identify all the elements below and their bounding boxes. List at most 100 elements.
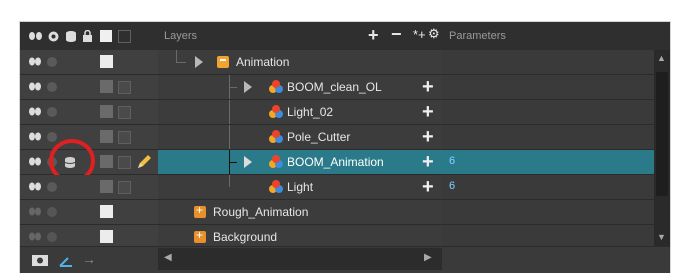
- add-keyframe-icon[interactable]: +: [422, 77, 438, 97]
- expand-triangle-icon[interactable]: [244, 81, 252, 93]
- dot-icon[interactable]: [47, 182, 57, 192]
- layer-cell[interactable]: BOOM_clean_OL +: [158, 75, 443, 99]
- layer-row[interactable]: Rough_Animation: [20, 200, 670, 225]
- peg-node-icon: [269, 105, 283, 118]
- dot-icon[interactable]: [47, 82, 57, 92]
- expand-triangle-icon[interactable]: [244, 156, 252, 168]
- dot-icon[interactable]: [48, 31, 59, 42]
- parameters-label: Parameters: [449, 30, 506, 42]
- peg-node-icon: [269, 155, 283, 168]
- layer-controls: [20, 75, 159, 99]
- eye-icon[interactable]: [28, 57, 42, 66]
- expand-triangle-icon[interactable]: [195, 56, 203, 68]
- scroll-up-icon[interactable]: ▲: [657, 53, 666, 63]
- parameter-cell: [442, 200, 654, 224]
- layer-name: Pole_Cutter: [287, 130, 351, 144]
- add-keyframe-icon[interactable]: +: [422, 177, 438, 197]
- vertical-scrollbar[interactable]: ▲ ▼: [654, 50, 670, 246]
- eye-icon[interactable]: [28, 31, 44, 41]
- layer-row[interactable]: Light_02 +: [20, 100, 670, 125]
- horizontal-scrollbar[interactable]: ◀ ▶: [158, 248, 442, 270]
- peg-node-icon: [269, 180, 283, 193]
- layer-row[interactable]: BOOM_clean_OL +: [20, 75, 670, 100]
- layer-cell[interactable]: Light_02 +: [158, 100, 443, 124]
- color-swatch-icon[interactable]: [100, 105, 113, 118]
- layer-name: BOOM_clean_OL: [287, 80, 382, 94]
- layers-header: Layers + − *+ ⚙: [158, 22, 442, 50]
- color-swatch-icon[interactable]: [100, 180, 113, 193]
- thumbnail-icon[interactable]: [118, 181, 131, 194]
- color-swatch-icon[interactable]: [100, 130, 113, 143]
- thumbnail-icon[interactable]: [118, 131, 131, 144]
- dot-icon[interactable]: [47, 57, 57, 67]
- color-swatch-icon[interactable]: [100, 230, 113, 243]
- layers-label: Layers: [164, 30, 198, 42]
- layer-controls: [20, 200, 159, 224]
- color-swatch-icon[interactable]: [100, 80, 113, 93]
- thumbnail-icon[interactable]: [118, 30, 131, 43]
- layer-name: Background: [213, 230, 278, 244]
- add-peg-icon[interactable]: *+: [413, 27, 426, 42]
- color-swatch-icon[interactable]: [100, 205, 113, 218]
- color-swatch-icon[interactable]: [100, 155, 113, 168]
- parameter-cell: 6: [442, 150, 654, 174]
- layer-controls: [20, 100, 159, 124]
- eye-icon[interactable]: [28, 157, 42, 166]
- layer-controls: [20, 175, 159, 199]
- layer-name: Animation: [236, 55, 290, 69]
- timeline-panel: Layers + − *+ ⚙ Parameters Animation BOO…: [19, 21, 671, 273]
- thumbnail-icon[interactable]: [118, 81, 131, 94]
- color-swatch-icon[interactable]: [100, 55, 113, 68]
- add-keyframe-icon[interactable]: +: [422, 152, 438, 172]
- parameter-value: 6: [449, 180, 456, 192]
- layer-cell[interactable]: Pole_Cutter +: [158, 125, 443, 149]
- settings-icon[interactable]: ⚙: [428, 26, 440, 42]
- eye-icon[interactable]: [28, 107, 42, 116]
- layer-cell[interactable]: BOOM_Animation +: [158, 150, 443, 174]
- database-icon[interactable]: [65, 30, 77, 42]
- layer-name: BOOM_Animation: [287, 155, 384, 169]
- layer-name: Light_02: [287, 105, 334, 119]
- parameter-value: 6: [449, 155, 456, 167]
- add-layer-icon[interactable]: +: [368, 25, 379, 46]
- group-folder-icon: [194, 203, 206, 218]
- lock-icon[interactable]: [82, 30, 93, 42]
- parameter-cell: [442, 75, 654, 99]
- parameter-cell: [442, 100, 654, 124]
- dot-icon[interactable]: [47, 232, 57, 242]
- layer-row[interactable]: Animation: [20, 50, 670, 75]
- eye-icon[interactable]: [28, 182, 42, 191]
- thumbnail-icon[interactable]: [118, 156, 131, 169]
- add-keyframe-icon[interactable]: +: [422, 102, 438, 122]
- scroll-down-icon[interactable]: ▼: [657, 232, 666, 242]
- layer-controls: [20, 139, 159, 183]
- dot-icon[interactable]: [47, 207, 57, 217]
- delete-layer-icon[interactable]: −: [391, 24, 402, 45]
- pencil-icon[interactable]: [136, 154, 152, 170]
- layer-row-selected[interactable]: BOOM_Animation + 6: [20, 139, 670, 183]
- layer-cell[interactable]: Light +: [158, 175, 443, 199]
- layer-cell[interactable]: Animation: [158, 50, 443, 74]
- group-folder-icon: [217, 56, 229, 68]
- scroll-right-icon[interactable]: ▶: [424, 252, 432, 263]
- eye-icon[interactable]: [28, 132, 42, 141]
- dot-icon[interactable]: [47, 107, 57, 117]
- camera-icon[interactable]: [32, 253, 48, 267]
- eye-icon[interactable]: [28, 207, 42, 216]
- layer-controls: [20, 50, 159, 74]
- eye-icon[interactable]: [28, 232, 42, 241]
- layer-row[interactable]: Pole_Cutter +: [20, 125, 670, 150]
- column-toggle-header: [20, 22, 158, 50]
- eye-icon[interactable]: [28, 82, 42, 91]
- add-keyframe-icon[interactable]: +: [422, 127, 438, 147]
- layer-cell[interactable]: Rough_Animation: [158, 200, 443, 224]
- link-tool-icon[interactable]: [58, 252, 74, 268]
- parameter-cell: [442, 50, 654, 74]
- layer-row[interactable]: Light + 6: [20, 175, 670, 200]
- scrollbar-thumb[interactable]: [656, 72, 668, 196]
- color-swatch-icon[interactable]: [100, 30, 112, 42]
- arrow-right-icon[interactable]: →: [82, 251, 96, 267]
- scroll-left-icon[interactable]: ◀: [164, 252, 172, 263]
- peg-node-icon: [269, 130, 283, 143]
- thumbnail-icon[interactable]: [118, 106, 131, 119]
